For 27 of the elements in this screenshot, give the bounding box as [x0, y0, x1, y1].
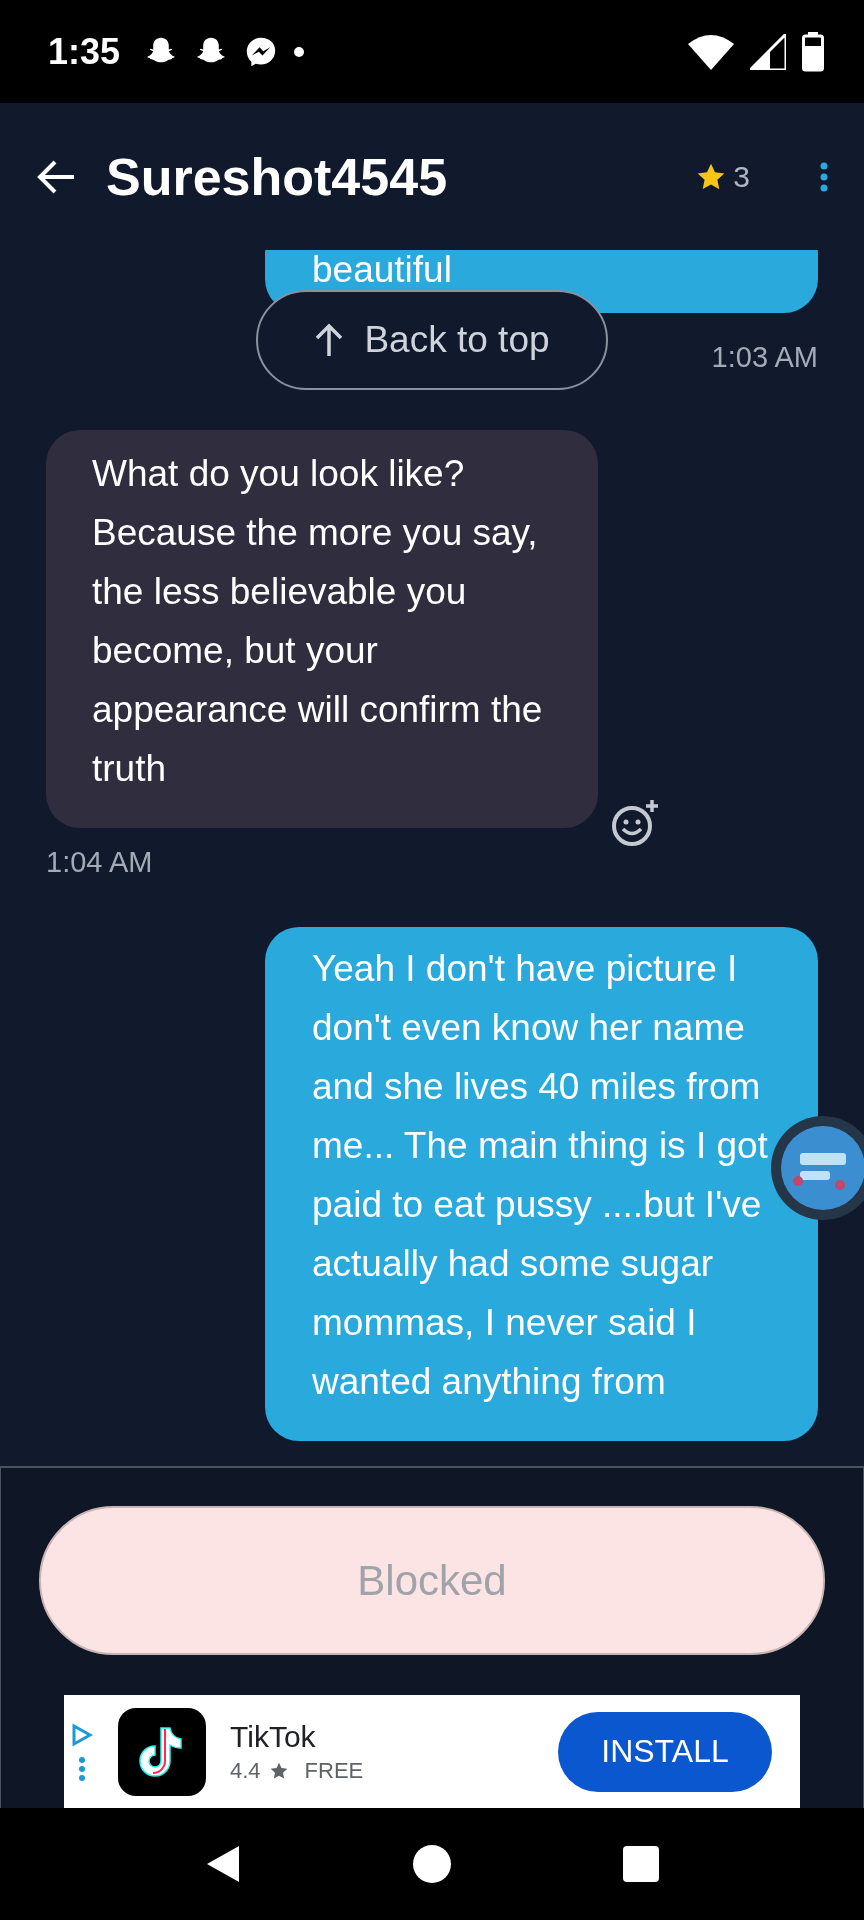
add-reaction-icon[interactable]: [610, 798, 660, 848]
app-name: TikTok: [230, 1719, 317, 1754]
star-count: 3: [733, 159, 750, 194]
app-price: FREE: [304, 1757, 364, 1784]
contact-name: Sureshot4545: [106, 146, 449, 207]
back-icon[interactable]: [205, 1844, 242, 1884]
install-button[interactable]: INSTALL: [558, 1711, 772, 1792]
ad-choices-icon[interactable]: [70, 1721, 94, 1782]
message-bubble: What do you look like? Because the more you say, the less believable you become, but your appearance will confirm the truth: [46, 430, 598, 828]
chat-head-icon[interactable]: [768, 1113, 864, 1223]
wifi-icon: [688, 33, 734, 70]
ad-banner[interactable]: TikTok 4.4 FREE INSTALL: [64, 1695, 800, 1808]
more-options-icon[interactable]: [820, 161, 828, 192]
up-arrow-icon: [314, 323, 345, 357]
message-bubble: Yeah I don't have picture I don't even know her name and she lives 40 miles from me... The main thing is I got paid to eat pussy ....but I've actually had some sugar mommas, I never said I wanted anything from: [265, 927, 818, 1441]
recents-icon[interactable]: [622, 1846, 659, 1882]
app-icon: [118, 1707, 206, 1796]
battery-icon: [802, 31, 824, 72]
dot-icon: [294, 46, 305, 57]
status-time: 1:35: [48, 30, 121, 73]
message-time: 1:04 AM: [46, 846, 153, 879]
back-arrow-icon[interactable]: [36, 158, 76, 195]
signal-icon: [750, 33, 786, 70]
home-icon[interactable]: [412, 1844, 452, 1884]
app-rating: 4.4: [230, 1757, 261, 1784]
back-to-top-button[interactable]: Back to top: [256, 290, 608, 390]
message-time: 1:03 AM: [711, 341, 818, 374]
